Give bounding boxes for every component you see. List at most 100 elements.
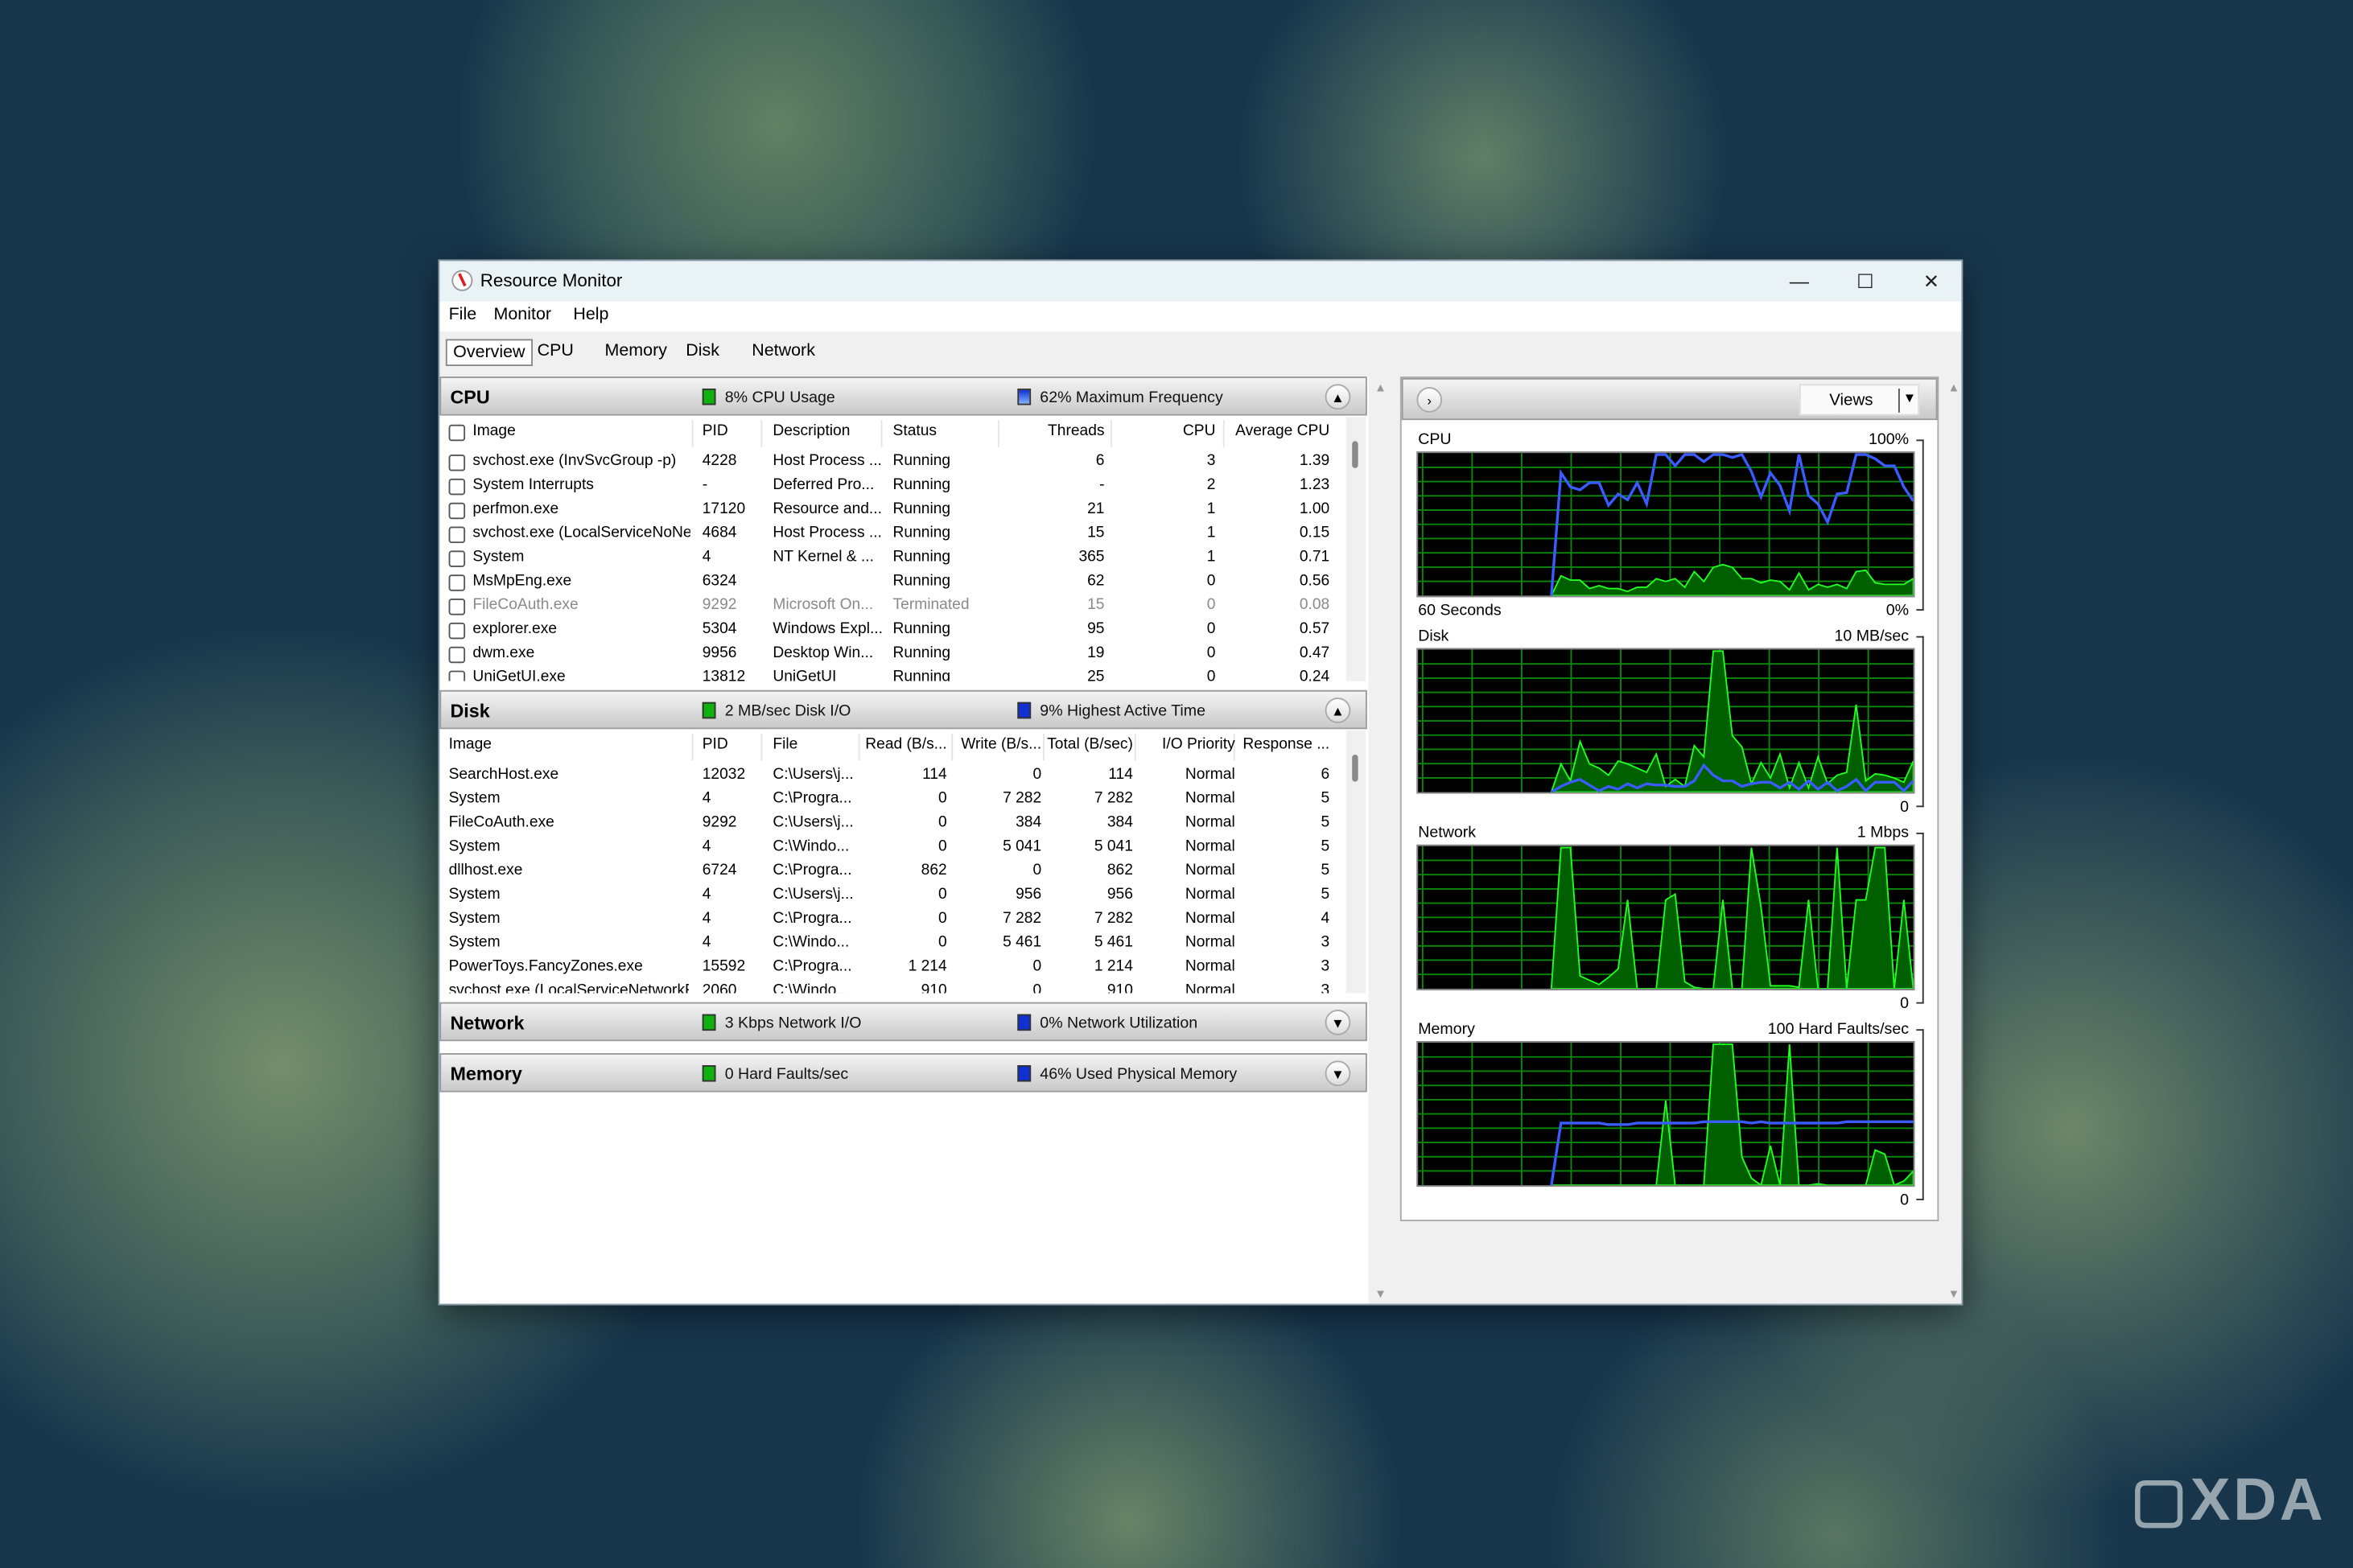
process-checkbox[interactable] — [448, 574, 466, 591]
title-bar[interactable]: Resource Monitor — ☐ ✕ — [439, 261, 1962, 302]
disk-io-summary: 2 MB/sec Disk I/O — [724, 702, 851, 721]
table-row[interactable]: explorer.exe 5304 Windows Expl... Running 95… — [441, 618, 1345, 642]
menu-file[interactable]: File — [449, 306, 477, 323]
table-row[interactable]: FileCoAuth.exe 9292 C:\Users\j... 0 384 384 No… — [441, 812, 1345, 836]
cell-average-cpu: 0.56 — [1299, 573, 1330, 590]
memory-section-header[interactable]: Memory 0 Hard Faults/sec 46% Used Physic… — [439, 1053, 1367, 1093]
cell: 5 — [1321, 838, 1330, 855]
process-checkbox[interactable] — [448, 502, 466, 520]
cell: Normal — [1185, 934, 1235, 952]
cell: System — [448, 790, 501, 808]
process-checkbox[interactable] — [448, 478, 466, 496]
disk-table-scrollbar[interactable] — [1345, 730, 1366, 994]
right-pane-scrollbar[interactable]: ▲ ▼ — [1943, 377, 1962, 1304]
column-header[interactable]: File — [773, 737, 863, 754]
cell-threads: 365 — [1078, 549, 1105, 566]
network-utilization-summary: 0% Network Utilization — [1040, 1014, 1198, 1032]
cell: 5 — [1321, 862, 1330, 879]
menu-monitor[interactable]: Monitor — [494, 306, 552, 323]
collapse-disk-button[interactable]: ▲ — [1325, 698, 1351, 723]
process-checkbox[interactable] — [448, 599, 466, 615]
table-row[interactable]: perfmon.exe 17120 Resource and... Running 21… — [441, 498, 1345, 522]
table-row[interactable]: svchost.exe (LocalServiceNoNet... 4684 Hos… — [441, 522, 1345, 546]
tab-cpu[interactable]: CPU — [531, 339, 579, 366]
table-row[interactable]: System 4 C:\Windo... 0 5 461 5 461 Normal 3 — [441, 932, 1345, 956]
cpu-process-table: Image PID Description Status Threads CPU Avera… — [441, 417, 1345, 681]
select-all-checkbox[interactable] — [448, 424, 466, 442]
table-row[interactable]: svchost.exe (LocalServiceNetworkR... 2060… — [441, 980, 1345, 994]
table-row[interactable]: System 4 NT Kernel & ... Running 365 1 0.71 — [441, 546, 1345, 570]
process-checkbox[interactable] — [448, 526, 466, 544]
table-row[interactable]: MsMpEng.exe 6324 Running 62 0 0.56 — [441, 570, 1345, 595]
cpu-section-header[interactable]: CPU 8% CPU Usage 62% Maximum Frequency ▲ — [439, 377, 1367, 416]
process-checkbox[interactable] — [448, 550, 466, 567]
cell-pid: 4228 — [702, 453, 737, 470]
table-row[interactable]: System 4 C:\Progra... 0 7 282 7 282 Normal 4 — [441, 907, 1345, 932]
maximize-button[interactable]: ☐ — [1832, 261, 1898, 301]
minimize-button[interactable]: — — [1766, 261, 1832, 301]
views-label: Views — [1829, 391, 1873, 410]
column-header[interactable]: PID — [703, 423, 763, 440]
column-header[interactable]: Status — [893, 423, 999, 440]
cell: 7 282 — [1003, 910, 1042, 928]
views-dropdown[interactable]: Views ▼ — [1799, 384, 1920, 416]
column-header[interactable]: Description — [773, 423, 885, 440]
tab-memory[interactable]: Memory — [599, 339, 673, 366]
chevron-right-icon[interactable]: › — [1416, 387, 1443, 413]
tab-disk[interactable]: Disk — [680, 339, 726, 366]
column-header[interactable]: Response ... — [1239, 737, 1329, 754]
cell: 4 — [702, 838, 711, 855]
column-header[interactable]: CPU — [1111, 423, 1216, 440]
column-header[interactable]: Read (B/s... — [864, 737, 946, 754]
close-button[interactable]: ✕ — [1898, 261, 1961, 301]
cell: System — [448, 934, 501, 952]
column-header[interactable]: PID — [703, 737, 763, 754]
column-header[interactable]: Write (B/s... — [953, 737, 1041, 754]
table-row[interactable]: dllhost.exe 6724 C:\Progra... 862 0 862 Normal… — [441, 860, 1345, 884]
disk-section-header[interactable]: Disk 2 MB/sec Disk I/O 9% Highest Active… — [439, 689, 1367, 730]
table-row[interactable]: PowerToys.FancyZones.exe 15592 C:\Progra..… — [441, 956, 1345, 980]
cell: 4 — [702, 910, 711, 928]
cell: 5 041 — [1003, 838, 1042, 855]
cell-image: System Interrupts — [472, 477, 594, 494]
time-span-label: 60 Seconds — [1418, 601, 1502, 620]
cell: C:\Windo... — [773, 982, 850, 994]
cell: Normal — [1185, 838, 1235, 855]
column-header[interactable]: Average CPU — [1222, 423, 1329, 440]
table-row[interactable]: svchost.exe (InvSvcGroup -p) 4228 Host Pro… — [441, 450, 1345, 474]
column-header[interactable]: Threads — [999, 423, 1104, 440]
cell: 4 — [702, 887, 711, 903]
column-header[interactable]: Total (B/sec) — [1046, 737, 1133, 754]
table-row[interactable]: SearchHost.exe 12032 C:\Users\j... 114 0 114 N… — [441, 763, 1345, 788]
table-row[interactable]: System Interrupts - Deferred Pro... Running… — [441, 474, 1345, 498]
cell-average-cpu: 1.39 — [1299, 453, 1330, 470]
expand-memory-button[interactable]: ▼ — [1325, 1060, 1351, 1087]
cell-image: svchost.exe (InvSvcGroup -p) — [472, 453, 677, 470]
column-header[interactable]: I/O Priority — [1140, 737, 1235, 754]
cpu-table-scrollbar[interactable] — [1345, 417, 1366, 681]
cell: Normal — [1185, 958, 1235, 976]
left-pane-scrollbar[interactable]: ▲ ▼ — [1370, 377, 1391, 1304]
menu-help[interactable]: Help — [573, 306, 608, 323]
cell: 0 — [937, 814, 947, 832]
table-row[interactable]: System 4 C:\Progra... 0 7 282 7 282 Normal 5 — [441, 788, 1345, 812]
cpu-section-title: CPU — [450, 387, 490, 409]
tab-overview[interactable]: Overview — [445, 339, 533, 367]
column-header[interactable]: Image — [449, 737, 689, 754]
expand-network-button[interactable]: ▼ — [1325, 1010, 1351, 1035]
table-row[interactable]: dwm.exe 9956 Desktop Win... Running 19 0 0.47 — [441, 642, 1345, 666]
table-row[interactable]: System 4 C:\Windo... 0 5 041 5 041 Normal 5 — [441, 836, 1345, 860]
collapse-cpu-button[interactable]: ▲ — [1325, 384, 1351, 410]
cell: 6724 — [702, 862, 737, 879]
table-row[interactable]: System 4 C:\Users\j... 0 956 956 Normal 5 — [441, 883, 1345, 907]
menu-bar: File Monitor Help — [439, 301, 1962, 332]
table-row[interactable]: FileCoAuth.exe 9292 Microsoft On... Termina… — [441, 594, 1345, 618]
network-section-header[interactable]: Network 3 Kbps Network I/O 0% Network Ut… — [439, 1002, 1367, 1042]
process-checkbox[interactable] — [448, 455, 466, 471]
tab-network[interactable]: Network — [746, 339, 822, 366]
process-checkbox[interactable] — [448, 646, 466, 664]
process-checkbox[interactable] — [448, 622, 466, 640]
column-header[interactable]: Image — [472, 423, 690, 440]
table-row[interactable]: UniGetUI.exe 13812 UniGetUI Running 25 0 0.24 — [441, 666, 1345, 681]
process-checkbox[interactable] — [448, 670, 466, 681]
